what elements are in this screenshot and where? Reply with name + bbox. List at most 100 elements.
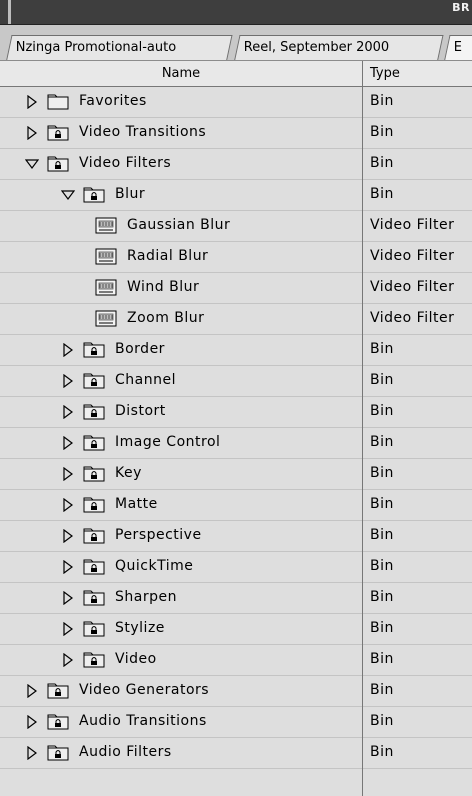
disclosure-triangle-collapsed-icon[interactable] bbox=[61, 590, 75, 606]
item-name: Blur bbox=[115, 186, 146, 202]
list-item[interactable]: Wind Blur Video Filter bbox=[0, 272, 472, 304]
disclosure-triangle-collapsed-icon[interactable] bbox=[61, 373, 75, 389]
window-title: BR bbox=[452, 1, 470, 14]
item-type: Bin bbox=[370, 589, 394, 605]
disclosure-triangle-collapsed-icon[interactable] bbox=[25, 683, 39, 699]
disclosure-triangle-expanded-icon[interactable] bbox=[60, 188, 76, 202]
list-item[interactable]: Radial Blur Video Filter bbox=[0, 241, 472, 273]
list-item[interactable]: Video Transitions Bin bbox=[0, 117, 472, 149]
item-name: Channel bbox=[115, 372, 176, 388]
item-name: Key bbox=[115, 465, 142, 481]
locked-bin-icon bbox=[47, 713, 69, 730]
item-name: Sharpen bbox=[115, 589, 177, 605]
locked-bin-icon bbox=[83, 465, 105, 482]
item-type: Bin bbox=[370, 651, 394, 667]
list-item[interactable]: Matte Bin bbox=[0, 489, 472, 521]
list-item[interactable]: Video Generators Bin bbox=[0, 675, 472, 707]
locked-bin-icon bbox=[83, 403, 105, 420]
disclosure-triangle-collapsed-icon[interactable] bbox=[61, 404, 75, 420]
tab-strip: Nzinga Promotional-auto Reel, September … bbox=[0, 25, 472, 61]
list-item[interactable]: Favorites Bin bbox=[0, 86, 472, 118]
tab-reel-september-2000[interactable]: Reel, September 2000 bbox=[234, 35, 444, 60]
locked-bin-icon bbox=[47, 744, 69, 761]
item-type: Bin bbox=[370, 682, 394, 698]
disclosure-triangle-collapsed-icon[interactable] bbox=[61, 435, 75, 451]
item-name: Favorites bbox=[79, 93, 147, 109]
item-type: Video Filter bbox=[370, 279, 455, 295]
disclosure-triangle-collapsed-icon[interactable] bbox=[61, 621, 75, 637]
column-divider bbox=[362, 86, 363, 796]
item-type: Bin bbox=[370, 496, 394, 512]
list-item[interactable]: Distort Bin bbox=[0, 396, 472, 428]
item-type: Bin bbox=[370, 713, 394, 729]
item-name: Video bbox=[115, 651, 157, 667]
disclosure-triangle-collapsed-icon[interactable] bbox=[25, 714, 39, 730]
list-item[interactable]: Gaussian Blur Video Filter bbox=[0, 210, 472, 242]
item-name: Video Transitions bbox=[79, 124, 207, 140]
locked-bin-icon bbox=[83, 620, 105, 637]
list-item[interactable]: Video Bin bbox=[0, 644, 472, 676]
locked-bin-icon bbox=[83, 434, 105, 451]
disclosure-triangle-collapsed-icon[interactable] bbox=[61, 466, 75, 482]
item-name: Audio Filters bbox=[79, 744, 172, 760]
item-name: Video Generators bbox=[79, 682, 210, 698]
locked-bin-icon bbox=[47, 155, 69, 172]
disclosure-triangle-expanded-icon[interactable] bbox=[24, 157, 40, 171]
locked-bin-icon bbox=[83, 186, 105, 203]
video-filter-icon bbox=[95, 217, 117, 234]
item-name: Image Control bbox=[115, 434, 221, 450]
tab-label: E bbox=[453, 40, 462, 55]
item-type: Bin bbox=[370, 558, 394, 574]
browser-window: BR Nzinga Promotional-auto Reel, Septemb… bbox=[0, 0, 472, 796]
list-item[interactable]: Border Bin bbox=[0, 334, 472, 366]
locked-bin-icon bbox=[83, 589, 105, 606]
list-item[interactable]: Key Bin bbox=[0, 458, 472, 490]
tab-nzinga-promotional[interactable]: Nzinga Promotional-auto bbox=[6, 35, 233, 60]
item-type: Video Filter bbox=[370, 217, 455, 233]
item-list: Favorites Bin Video Transitions Bin Video Fi… bbox=[0, 86, 472, 796]
video-filter-icon bbox=[95, 248, 117, 265]
item-type: Bin bbox=[370, 155, 394, 171]
folder-icon bbox=[47, 93, 69, 110]
item-type: Bin bbox=[370, 186, 394, 202]
disclosure-triangle-collapsed-icon[interactable] bbox=[61, 652, 75, 668]
disclosure-triangle-collapsed-icon[interactable] bbox=[61, 342, 75, 358]
column-header: Name Type bbox=[0, 61, 472, 87]
list-item[interactable]: Blur Bin bbox=[0, 179, 472, 211]
disclosure-triangle-collapsed-icon[interactable] bbox=[25, 745, 39, 761]
list-item[interactable]: Image Control Bin bbox=[0, 427, 472, 459]
item-name: QuickTime bbox=[115, 558, 194, 574]
disclosure-triangle-collapsed-icon[interactable] bbox=[61, 559, 75, 575]
list-item[interactable]: Sharpen Bin bbox=[0, 582, 472, 614]
disclosure-triangle-collapsed-icon[interactable] bbox=[25, 125, 39, 141]
list-item[interactable]: Perspective Bin bbox=[0, 520, 472, 552]
item-name: Zoom Blur bbox=[127, 310, 205, 326]
title-bar[interactable]: BR bbox=[0, 0, 472, 25]
list-item[interactable]: Video Filters Bin bbox=[0, 148, 472, 180]
item-type: Bin bbox=[370, 403, 394, 419]
video-filter-icon bbox=[95, 279, 117, 296]
list-item[interactable]: Audio Filters Bin bbox=[0, 737, 472, 769]
item-name: Stylize bbox=[115, 620, 165, 636]
disclosure-triangle-collapsed-icon[interactable] bbox=[25, 94, 39, 110]
locked-bin-icon bbox=[47, 124, 69, 141]
item-name: Matte bbox=[115, 496, 158, 512]
disclosure-triangle-collapsed-icon[interactable] bbox=[61, 497, 75, 513]
list-item[interactable]: Audio Transitions Bin bbox=[0, 706, 472, 738]
disclosure-triangle-collapsed-icon[interactable] bbox=[61, 528, 75, 544]
column-header-name[interactable]: Name bbox=[0, 61, 363, 86]
tab-effects[interactable]: E bbox=[444, 35, 472, 60]
item-name: Audio Transitions bbox=[79, 713, 207, 729]
list-item[interactable]: Stylize Bin bbox=[0, 613, 472, 645]
list-item[interactable]: QuickTime Bin bbox=[0, 551, 472, 583]
item-type: Video Filter bbox=[370, 248, 455, 264]
column-header-type[interactable]: Type bbox=[370, 61, 400, 86]
list-item[interactable]: Zoom Blur Video Filter bbox=[0, 303, 472, 335]
list-item[interactable]: Channel Bin bbox=[0, 365, 472, 397]
locked-bin-icon bbox=[83, 527, 105, 544]
video-filter-icon bbox=[95, 310, 117, 327]
item-type: Bin bbox=[370, 465, 394, 481]
item-name: Gaussian Blur bbox=[127, 217, 231, 233]
locked-bin-icon bbox=[83, 496, 105, 513]
item-type: Bin bbox=[370, 744, 394, 760]
